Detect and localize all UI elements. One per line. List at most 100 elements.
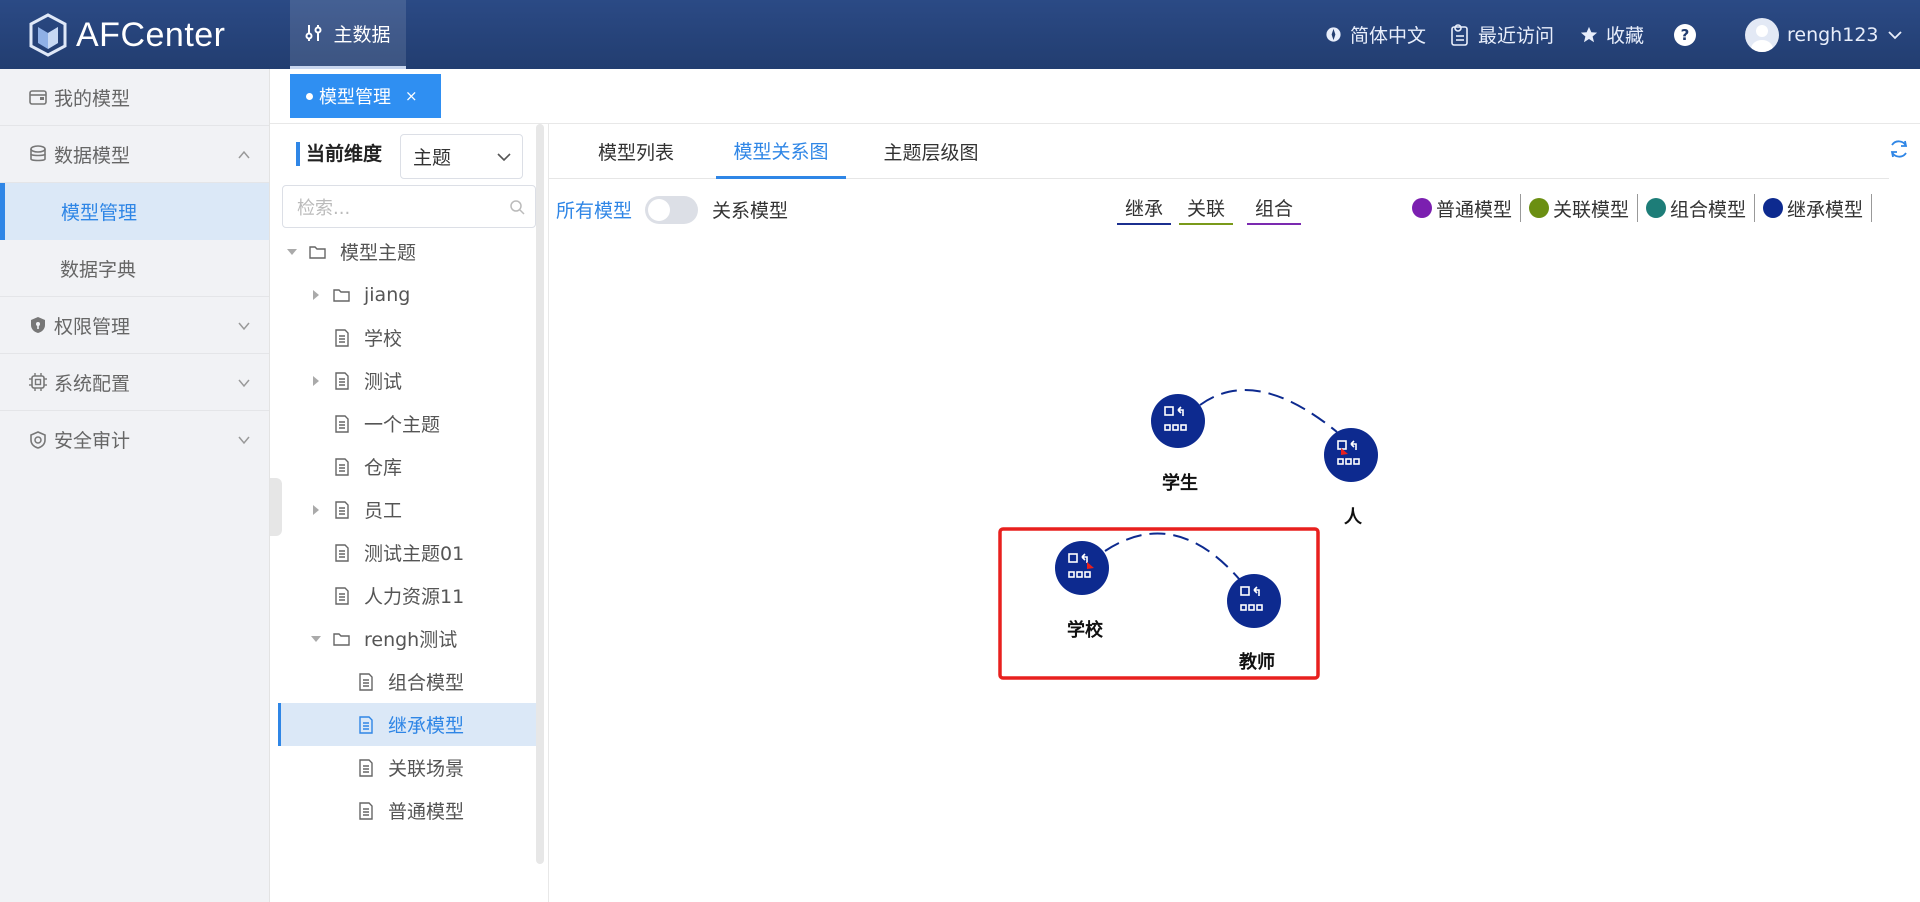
tree-node-label: 模型主题 — [340, 242, 417, 264]
afcenter-logo-icon — [29, 13, 67, 57]
legend-inheritance-model[interactable]: 继承模型 — [1755, 194, 1873, 222]
user-menu[interactable]: rengh123 — [1745, 0, 1903, 69]
document-icon — [359, 758, 373, 777]
folder-open-icon — [333, 632, 350, 646]
recent-label: 最近访问 — [1478, 25, 1555, 47]
document-icon — [335, 414, 349, 433]
tree-node-rengh-test[interactable]: rengh测试 — [310, 617, 536, 660]
tree-node-warehouse[interactable]: 仓库 — [332, 445, 536, 488]
avatar — [1745, 17, 1779, 52]
tree-node-label: rengh测试 — [364, 629, 458, 651]
legend-label: 关联模型 — [1553, 198, 1630, 221]
document-icon — [335, 371, 349, 390]
tree-node-label: 学校 — [364, 328, 403, 350]
brand-name: AFCenter — [76, 15, 226, 54]
dimension-select[interactable]: 主题 — [400, 134, 523, 179]
favorites[interactable]: 收藏 — [1580, 0, 1644, 69]
question-icon: ? — [1674, 23, 1696, 46]
legend-normal-model[interactable]: 普通模型 — [1404, 194, 1522, 222]
sliders-icon — [305, 25, 322, 41]
document-icon — [359, 715, 373, 734]
sidebar-item-security-audit[interactable]: 安全审计 — [0, 411, 269, 468]
language-switch[interactable]: 简体中文 — [1325, 0, 1426, 69]
tab-model-list[interactable]: 模型列表 — [571, 124, 701, 179]
sidebar-item-permissions[interactable]: 权限管理 — [0, 297, 269, 354]
caret-right-icon — [313, 504, 319, 515]
folder-icon — [333, 288, 350, 302]
sidebar-item-model-management[interactable]: 模型管理 — [0, 183, 269, 240]
legend-inherit[interactable]: 继承 — [1117, 194, 1172, 225]
tree-node-normal-model[interactable]: 普通模型 — [356, 789, 536, 832]
tree-node-staff[interactable]: 员工 — [310, 488, 536, 531]
tree-panel: 当前维度 主题 检索... 模型主题 jiang 学校 测试 一个主题 仓库 员… — [272, 124, 546, 864]
all-models-label[interactable]: 所有模型 — [556, 196, 632, 223]
document-icon — [335, 500, 349, 519]
brand-logo[interactable]: AFCenter — [28, 13, 226, 57]
sidebar: 我的模型 数据模型 模型管理 数据字典 权限管理 系统配置 安全审计 — [0, 69, 270, 902]
sidebar-item-data-model[interactable]: 数据模型 — [0, 126, 269, 183]
legend-composition[interactable]: 组合 — [1247, 194, 1302, 225]
graph-node-label: 学生 — [1162, 472, 1198, 494]
topnav-master-data[interactable]: 主数据 — [290, 0, 406, 69]
refresh-icon[interactable] — [1888, 138, 1910, 160]
association-model-icon — [1529, 198, 1550, 218]
tree-node-association-scene[interactable]: 关联场景 — [356, 746, 536, 789]
tree-node-model-theme[interactable]: 模型主题 — [286, 230, 536, 273]
close-icon[interactable]: × — [405, 87, 418, 105]
sidebar-item-label: 数据字典 — [60, 258, 137, 281]
relation-models-label[interactable]: 关系模型 — [712, 196, 788, 223]
legend-association[interactable]: 关联 — [1179, 194, 1234, 225]
favorites-label: 收藏 — [1606, 25, 1645, 47]
shield-icon — [31, 317, 45, 333]
tree-node-label: 员工 — [364, 500, 403, 522]
tree-node-label: 一个主题 — [364, 414, 441, 436]
tree-node-school[interactable]: 学校 — [332, 316, 536, 359]
tree-node-inheritance-model[interactable]: 继承模型 — [278, 703, 536, 746]
tree-node-composite-model[interactable]: 组合模型 — [356, 660, 536, 703]
database-icon — [30, 145, 46, 162]
document-icon — [335, 457, 349, 476]
tab-model-relation-graph[interactable]: 模型关系图 — [716, 124, 846, 179]
legend-label: 继承模型 — [1787, 198, 1864, 221]
document-icon — [359, 672, 373, 691]
normal-model-icon — [1412, 198, 1432, 218]
chevron-down-icon — [238, 436, 250, 445]
caret-down-icon — [311, 635, 321, 642]
tree-node-jiang[interactable]: jiang — [310, 273, 536, 316]
tab-theme-hierarchy[interactable]: 主题层级图 — [861, 124, 1001, 179]
tree-search-input[interactable]: 检索... — [282, 185, 536, 228]
tree-node-hr-11[interactable]: 人力资源11 — [332, 574, 536, 617]
tree-node-test-theme-01[interactable]: 测试主题01 — [332, 531, 536, 574]
relation-models-toggle[interactable] — [645, 196, 698, 224]
help-button[interactable]: ? — [1674, 0, 1696, 69]
tab-model-management[interactable]: 模型管理 × — [290, 74, 441, 118]
inheritance-model-icon — [1763, 198, 1784, 218]
sidebar-item-data-dictionary[interactable]: 数据字典 — [0, 240, 269, 297]
legend-composite-model[interactable]: 组合模型 — [1638, 194, 1756, 222]
tree-node-label: 继承模型 — [388, 715, 465, 737]
tree-node-label: 组合模型 — [388, 672, 465, 694]
tree-node-test[interactable]: 测试 — [310, 359, 536, 402]
sidebar-item-system-config[interactable]: 系统配置 — [0, 354, 269, 411]
active-dot-icon — [306, 92, 313, 100]
tree-node-label: jiang — [364, 283, 411, 306]
page-tab-strip: 模型管理 × — [270, 69, 1920, 124]
main-panel: 模型列表 模型关系图 主题层级图 所有模型 关系模型 继承 关联 组合 普通模型… — [548, 124, 1920, 902]
caret-right-icon — [313, 375, 319, 386]
folder-open-icon — [309, 245, 326, 259]
shield-check-icon — [30, 430, 46, 449]
chevron-down-icon — [497, 153, 511, 162]
recent-visits[interactable]: 最近访问 — [1450, 0, 1554, 69]
tree-node-a-theme[interactable]: 一个主题 — [332, 402, 536, 445]
chip-icon — [29, 373, 47, 391]
dimension-value: 主题 — [413, 147, 452, 169]
legend-association-model[interactable]: 关联模型 — [1521, 194, 1639, 222]
compass-icon — [1326, 27, 1341, 42]
tree-scrollbar[interactable] — [536, 124, 544, 864]
graph-node-label: 教师 — [1239, 651, 1275, 673]
graph-node-label: 人 — [1344, 507, 1363, 528]
toggle-knob — [648, 199, 670, 221]
chevron-down-icon — [238, 379, 250, 388]
document-icon — [335, 328, 349, 347]
sidebar-item-my-models[interactable]: 我的模型 — [0, 69, 269, 126]
